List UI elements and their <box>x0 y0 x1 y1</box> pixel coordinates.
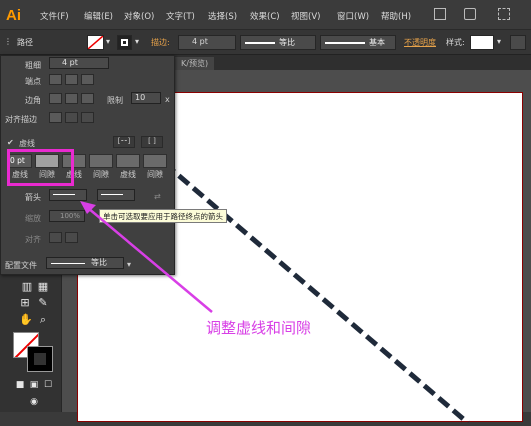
annotation-text: 调整虚线和间隙 <box>206 319 312 337</box>
annotation-arrow <box>80 201 213 313</box>
arrow-shaft <box>87 207 213 313</box>
